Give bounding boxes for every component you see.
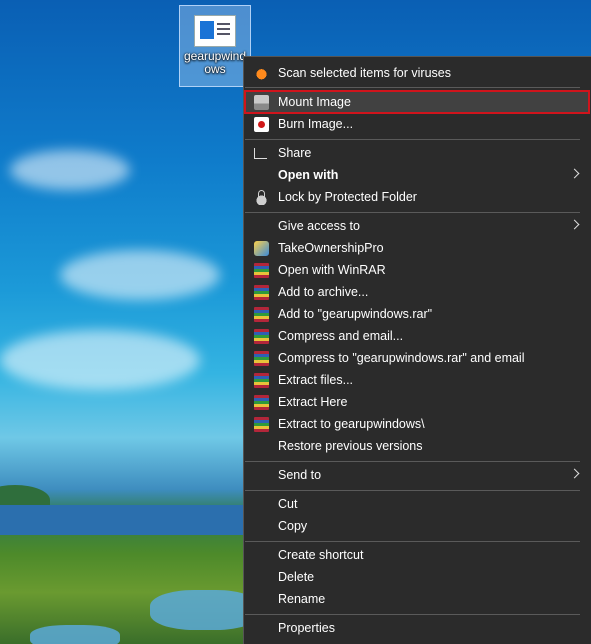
menu-item-open-with-winrar[interactable]: Open with WinRAR <box>245 259 589 281</box>
menu-item-restore-previous-versions[interactable]: Restore previous versions <box>245 435 589 457</box>
menu-item-rename[interactable]: Rename <box>245 588 589 610</box>
menu-separator <box>245 490 580 491</box>
winrar-icon <box>254 329 269 344</box>
menu-item-properties[interactable]: Properties <box>245 617 589 639</box>
menu-item-extract-files[interactable]: Extract files... <box>245 369 589 391</box>
menu-item-burn-image[interactable]: Burn Image... <box>245 113 589 135</box>
menu-item-mount-image[interactable]: Mount Image <box>244 90 590 114</box>
disc-drive-icon <box>254 95 269 110</box>
menu-separator <box>245 87 580 88</box>
chevron-right-icon <box>569 219 580 230</box>
winrar-icon <box>254 285 269 300</box>
winrar-icon <box>254 307 269 322</box>
avast-icon <box>254 66 269 81</box>
menu-item-compress-to-rar-email[interactable]: Compress to "gearupwindows.rar" and emai… <box>245 347 589 369</box>
menu-item-cut[interactable]: Cut <box>245 493 589 515</box>
menu-item-extract-to-folder[interactable]: Extract to gearupwindows\ <box>245 413 589 435</box>
menu-item-add-to-archive[interactable]: Add to archive... <box>245 281 589 303</box>
cloud <box>10 150 130 190</box>
menu-item-give-access[interactable]: Give access to <box>245 215 589 237</box>
menu-item-extract-here[interactable]: Extract Here <box>245 391 589 413</box>
chevron-right-icon <box>569 468 580 479</box>
menu-item-create-shortcut[interactable]: Create shortcut <box>245 544 589 566</box>
sea <box>0 505 260 535</box>
menu-item-lock-protected-folder[interactable]: Lock by Protected Folder <box>245 186 589 208</box>
menu-separator <box>245 461 580 462</box>
winrar-icon <box>254 351 269 366</box>
cloud <box>0 330 200 390</box>
menu-item-add-to-rar[interactable]: Add to "gearupwindows.rar" <box>245 303 589 325</box>
winrar-icon <box>254 263 269 278</box>
menu-item-takeownershippro[interactable]: TakeOwnershipPro <box>245 237 589 259</box>
menu-separator <box>245 139 580 140</box>
menu-item-delete[interactable]: Delete <box>245 566 589 588</box>
river <box>30 625 120 644</box>
takeownership-icon <box>254 241 269 256</box>
winrar-icon <box>254 373 269 388</box>
chevron-right-icon <box>569 168 580 179</box>
cloud <box>60 250 220 300</box>
context-menu: Scan selected items for viruses Mount Im… <box>243 56 591 644</box>
winrar-icon <box>254 417 269 432</box>
desktop-file-label: gearupwindows <box>183 49 247 76</box>
menu-separator <box>245 541 580 542</box>
menu-item-copy[interactable]: Copy <box>245 515 589 537</box>
share-icon <box>254 148 267 159</box>
menu-separator <box>245 212 580 213</box>
menu-item-share[interactable]: Share <box>245 142 589 164</box>
iso-file-icon <box>194 15 236 47</box>
menu-item-scan-viruses[interactable]: Scan selected items for viruses <box>245 62 589 84</box>
menu-separator <box>245 614 580 615</box>
menu-item-open-with[interactable]: Open with <box>245 164 589 186</box>
burn-disc-icon <box>254 117 269 132</box>
menu-item-send-to[interactable]: Send to <box>245 464 589 486</box>
desktop-file-icon[interactable]: gearupwindows <box>179 5 251 87</box>
menu-item-compress-email[interactable]: Compress and email... <box>245 325 589 347</box>
winrar-icon <box>254 395 269 410</box>
lock-icon <box>254 190 269 205</box>
